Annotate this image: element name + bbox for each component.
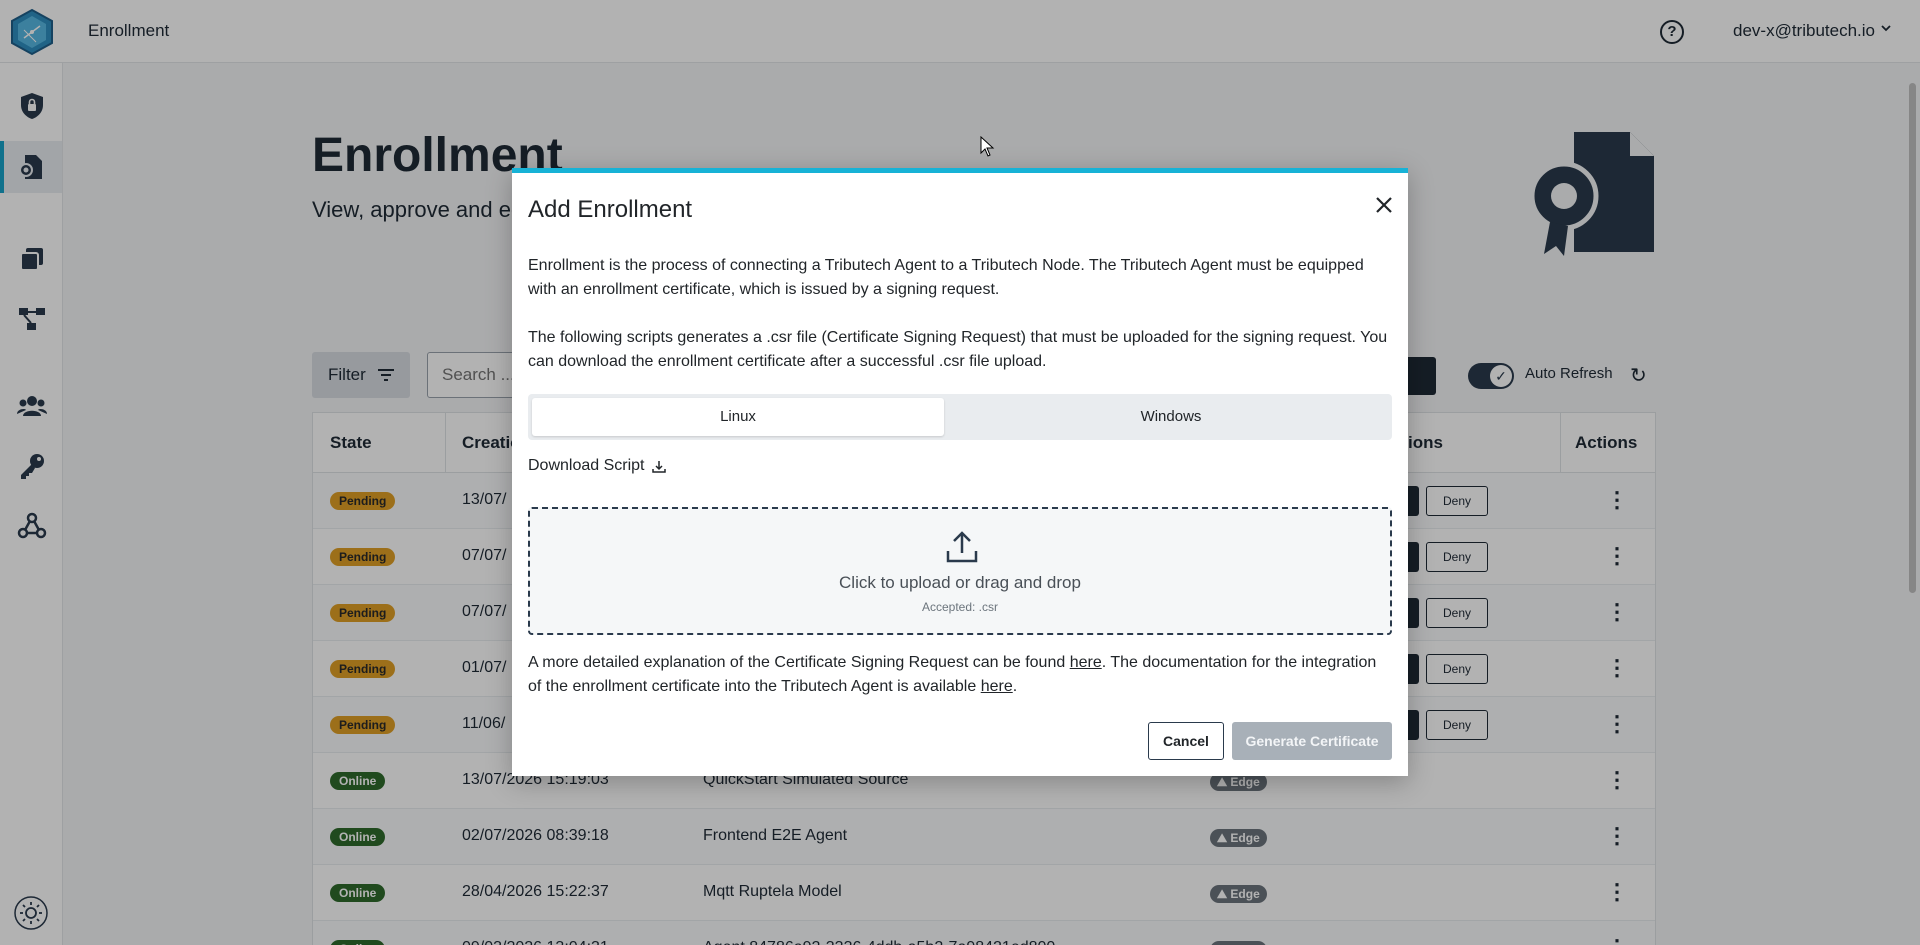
dialog-scripts-text: The following scripts generates a .csr f… xyxy=(528,329,1388,370)
dialog-title: Add Enrollment xyxy=(528,196,693,223)
mouse-cursor-icon xyxy=(980,136,995,157)
upload-instruction: Click to upload or drag and drop xyxy=(839,573,1081,592)
os-tabs: Linux Windows xyxy=(528,394,1392,440)
download-icon[interactable] xyxy=(651,459,667,475)
upload-icon xyxy=(946,531,978,563)
csr-upload-dropzone[interactable]: Click to upload or drag and drop Accepte… xyxy=(528,507,1392,635)
dialog-intro-text: Enrollment is the process of connecting … xyxy=(528,257,1364,298)
add-enrollment-dialog: Add Enrollment Enrollment is the process… xyxy=(512,168,1408,776)
upload-accepted-types: Accepted: .csr xyxy=(921,600,999,614)
cancel-button[interactable]: Cancel xyxy=(1148,722,1224,760)
footer-text-part: . xyxy=(1012,678,1018,695)
footer-text-part: A more detailed explanation of the Certi… xyxy=(528,654,1070,671)
download-script-link[interactable]: Download Script xyxy=(528,457,645,475)
close-icon[interactable] xyxy=(1372,193,1396,217)
generate-certificate-button[interactable]: Generate Certificate xyxy=(1232,722,1392,760)
csr-docs-link[interactable]: here xyxy=(1070,654,1102,671)
tab-linux[interactable]: Linux xyxy=(532,398,944,436)
agent-docs-link[interactable]: here xyxy=(981,678,1013,695)
dialog-footer-text: A more detailed explanation of the Certi… xyxy=(528,651,1388,699)
tab-windows[interactable]: Windows xyxy=(956,398,1386,436)
